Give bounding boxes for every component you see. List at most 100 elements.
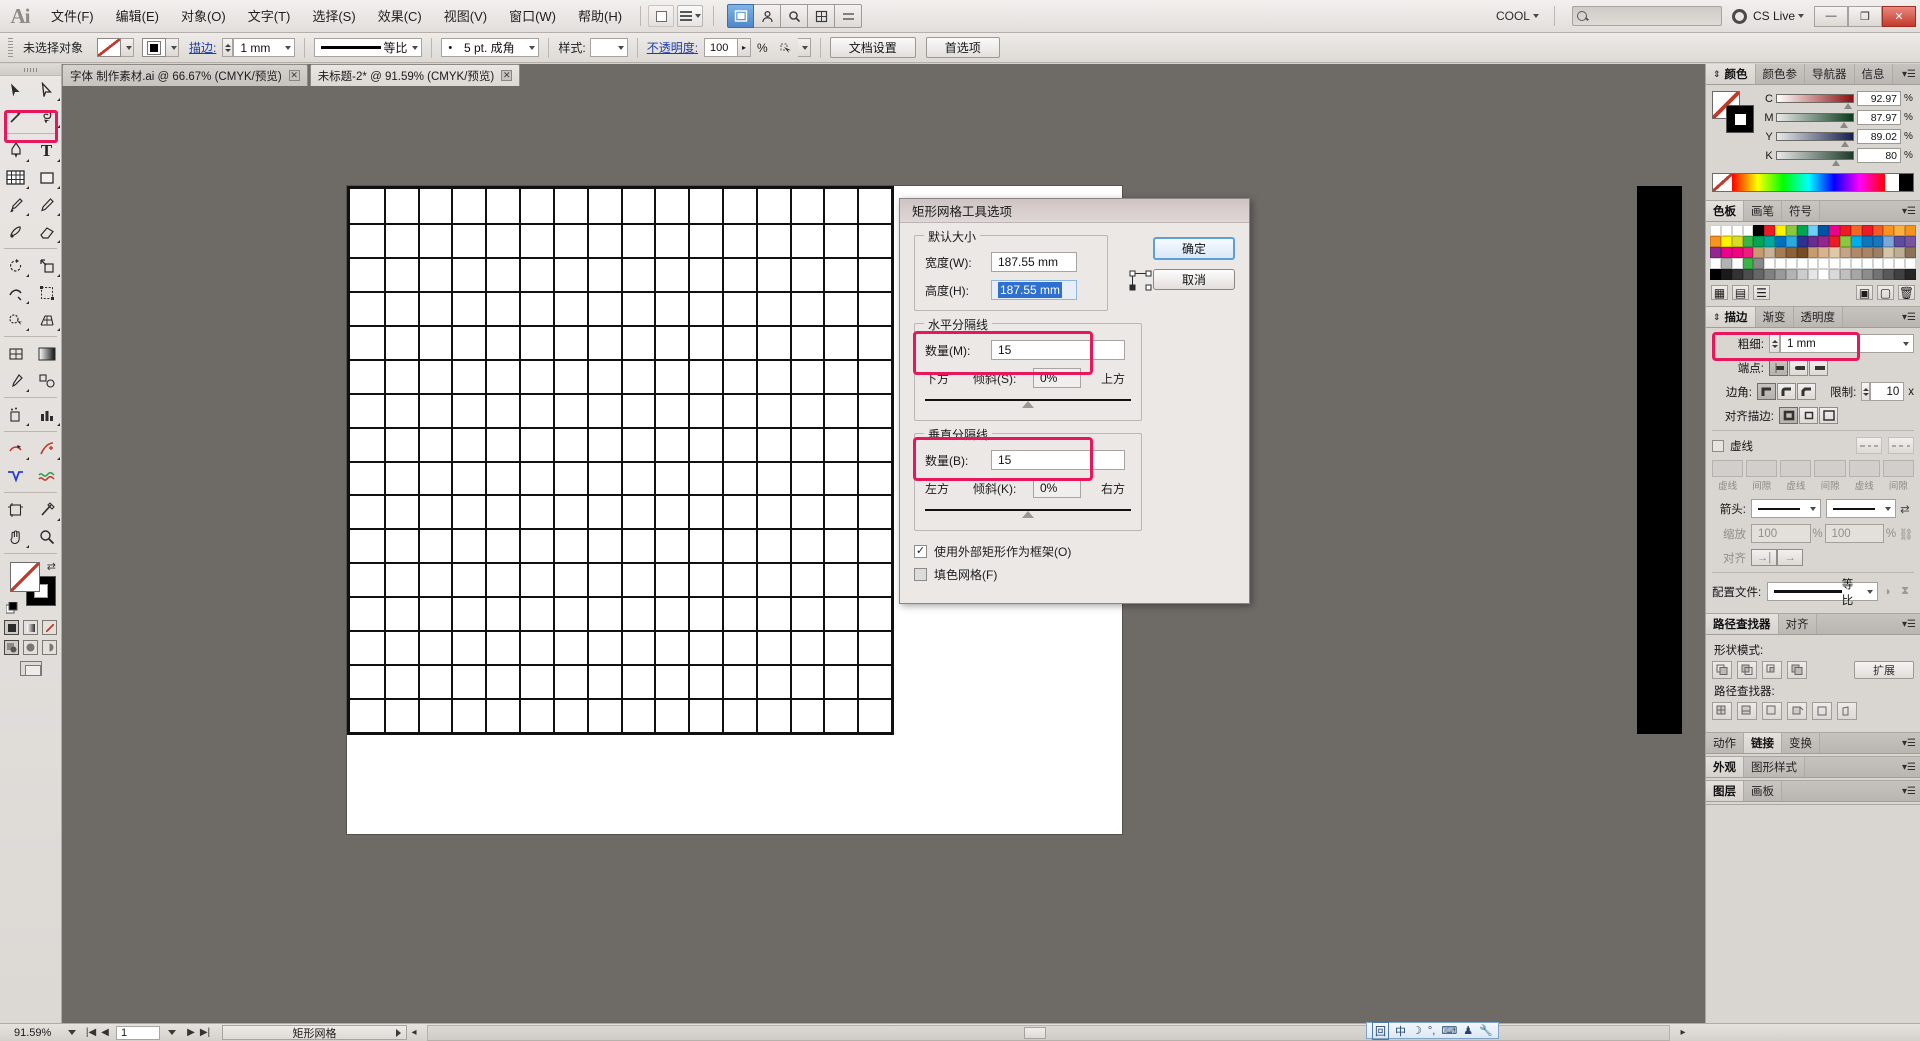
swatch[interactable]	[1721, 247, 1732, 258]
swatch-options-icon[interactable]: ☰	[1753, 285, 1770, 300]
column-graph-tool[interactable]	[31, 401, 62, 428]
preferences-button[interactable]: 首选项	[926, 37, 1000, 58]
new-swatch-icon[interactable]: ▢	[1877, 285, 1894, 300]
swatch[interactable]	[1818, 225, 1829, 236]
prev-page-button[interactable]: ◀	[98, 1027, 112, 1038]
menu-window[interactable]: 窗口(W)	[498, 0, 567, 33]
panel-menu-icon[interactable]: ▾☰	[1898, 733, 1920, 753]
selection-tool[interactable]	[0, 76, 31, 103]
menu-object[interactable]: 对象(O)	[170, 0, 237, 33]
swatch[interactable]	[1829, 225, 1840, 236]
swatch[interactable]	[1829, 269, 1840, 280]
panel-menu-icon[interactable]: ▾☰	[1898, 201, 1920, 221]
swatch[interactable]	[1775, 236, 1786, 247]
swap-arrowheads-icon[interactable]: ⇄	[1896, 502, 1914, 516]
slice-tool[interactable]	[31, 496, 62, 523]
arrowhead-end-combo[interactable]	[1826, 499, 1896, 518]
swatch[interactable]	[1905, 269, 1916, 280]
pencil-tool[interactable]	[31, 191, 62, 218]
tab-pathfinder[interactable]: 路径查找器	[1706, 614, 1779, 634]
eyedropper-tool[interactable]	[0, 367, 31, 394]
page-number-input[interactable]: 1	[116, 1026, 160, 1040]
swatch[interactable]	[1743, 247, 1754, 258]
blob-brush-tool[interactable]	[0, 218, 31, 245]
align-outside-button[interactable]	[1819, 407, 1838, 424]
butt-cap-button[interactable]	[1769, 359, 1788, 376]
arrow-scale-start-input[interactable]: 100	[1751, 524, 1811, 543]
swatch[interactable]	[1905, 247, 1916, 258]
none-mode-button[interactable]	[42, 620, 57, 635]
swatch[interactable]	[1732, 225, 1743, 236]
swatch[interactable]	[1829, 247, 1840, 258]
h-skew-slider-thumb[interactable]	[1022, 401, 1034, 408]
dash-input-3[interactable]	[1849, 460, 1880, 477]
rectangle-tool[interactable]	[31, 164, 62, 191]
swatch[interactable]	[1786, 247, 1797, 258]
zoom-dropdown-icon[interactable]	[68, 1030, 76, 1035]
y-slider-thumb[interactable]	[1841, 141, 1849, 147]
k-slider-thumb[interactable]	[1832, 160, 1840, 166]
merge-button[interactable]	[1762, 702, 1782, 720]
search-input[interactable]	[1572, 6, 1722, 26]
ok-button[interactable]: 确定	[1153, 237, 1235, 260]
swatch[interactable]	[1894, 225, 1905, 236]
swatch[interactable]	[1883, 236, 1894, 247]
show-swatch-kinds-icon[interactable]: ▤	[1732, 285, 1749, 300]
swatch[interactable]	[1732, 236, 1743, 247]
menu-edit[interactable]: 编辑(E)	[105, 0, 170, 33]
rectangular-grid-object[interactable]	[347, 186, 894, 735]
arrowhead-start-combo[interactable]	[1751, 499, 1821, 518]
status-right-arrow[interactable]: ▸	[1676, 1027, 1690, 1038]
minus-front-button[interactable]	[1737, 661, 1757, 679]
scale-tool[interactable]	[31, 252, 62, 279]
flip-across-icon[interactable]: ⧗	[1896, 585, 1914, 598]
dash-adjust-button[interactable]	[1888, 437, 1914, 454]
dashed-line-checkbox[interactable]	[1712, 440, 1724, 452]
swatch[interactable]	[1764, 236, 1775, 247]
swatch[interactable]	[1873, 269, 1884, 280]
miter-limit-stepper[interactable]	[1861, 382, 1870, 401]
swatch[interactable]	[1721, 269, 1732, 280]
opacity-label[interactable]: 不透明度:	[647, 39, 698, 56]
fill-swatch-button[interactable]	[97, 38, 121, 57]
document-tab-2[interactable]: 未标题-2* @ 91.59% (CMYK/预览) ✕	[310, 64, 521, 86]
swatch[interactable]	[1775, 258, 1786, 269]
symbol-sprayer-tool[interactable]	[0, 401, 31, 428]
swatch[interactable]	[1743, 225, 1754, 236]
swatch[interactable]	[1818, 258, 1829, 269]
next-page-button[interactable]: ▶	[184, 1027, 198, 1038]
swatch[interactable]	[1873, 258, 1884, 269]
h-skew-slider[interactable]	[925, 396, 1131, 410]
swatch[interactable]	[1829, 258, 1840, 269]
swatch[interactable]	[1732, 258, 1743, 269]
swatch[interactable]	[1808, 269, 1819, 280]
bridge-button[interactable]	[648, 5, 674, 27]
swatch[interactable]	[1851, 258, 1862, 269]
use-outer-rect-checkbox[interactable]: ✓	[914, 545, 927, 558]
tab-color[interactable]: ⇕颜色	[1706, 64, 1756, 84]
swatch-library-icon[interactable]: ▦	[1711, 285, 1728, 300]
black-swatch[interactable]	[1899, 174, 1913, 191]
swatch[interactable]	[1851, 247, 1862, 258]
swatch[interactable]	[1862, 269, 1873, 280]
ime-toolbar[interactable]: 回 中 ☽ °, ⌨ ♟ 🔧	[1366, 1022, 1499, 1039]
swatch[interactable]	[1894, 258, 1905, 269]
swatch[interactable]	[1764, 269, 1775, 280]
stroke-weight-combo[interactable]: 1 mm	[233, 38, 295, 57]
panel-menu-icon[interactable]: ▾☰	[1898, 781, 1920, 801]
m-slider-thumb[interactable]	[1840, 122, 1848, 128]
type-tool[interactable]: T	[31, 137, 62, 164]
tab-gradient[interactable]: 渐变	[1756, 307, 1794, 327]
m-slider[interactable]	[1776, 113, 1854, 122]
crop-button[interactable]	[1787, 702, 1807, 720]
tab-swatches[interactable]: 色板	[1706, 201, 1744, 221]
swatch[interactable]	[1786, 225, 1797, 236]
minimize-button[interactable]: —	[1814, 6, 1848, 27]
document-setup-button[interactable]: 文档设置	[830, 37, 916, 58]
y-value-input[interactable]: 89.02	[1857, 129, 1901, 144]
swatch[interactable]	[1764, 247, 1775, 258]
close-button[interactable]: ✕	[1882, 6, 1916, 27]
tab-transform[interactable]: 变换	[1782, 733, 1820, 753]
swatch[interactable]	[1710, 225, 1721, 236]
swatch[interactable]	[1786, 258, 1797, 269]
